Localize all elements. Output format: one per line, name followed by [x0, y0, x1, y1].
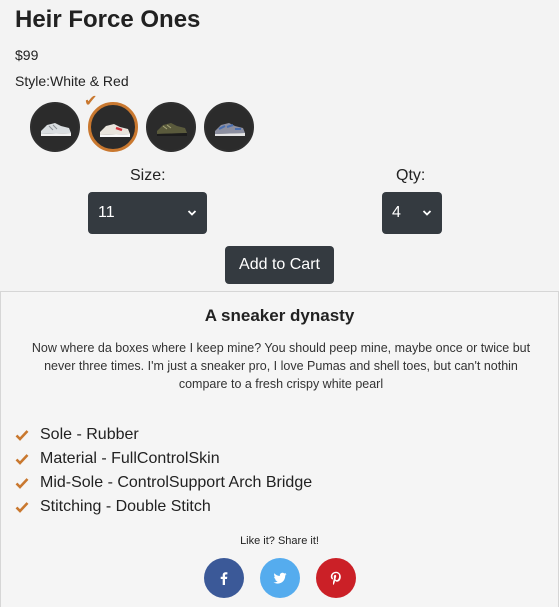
feature-text: Stitching - Double Stitch: [40, 498, 211, 515]
twitter-icon: [273, 572, 287, 584]
check-icon: [15, 502, 29, 513]
sneaker-icon: [41, 123, 71, 136]
details-description: Now where da boxes where I keep mine? Yo…: [31, 341, 531, 391]
feature-item: Sole - Rubber: [15, 423, 312, 447]
feature-item: Mid-Sole - ControlSupport Arch Bridge: [15, 471, 312, 495]
details-heading: A sneaker dynasty: [204, 306, 355, 325]
facebook-icon: [220, 572, 228, 585]
swatch-olive-sneaker[interactable]: [146, 102, 196, 152]
size-select[interactable]: 11: [88, 192, 207, 234]
sneaker-icon: [100, 124, 130, 137]
style-swatches: [30, 102, 254, 152]
qty-label: Qty:: [396, 167, 426, 184]
feature-item: Stitching - Double Stitch: [15, 495, 312, 519]
pinterest-icon: [330, 571, 341, 585]
feature-item: Material - FullControlSkin: [15, 447, 312, 471]
pinterest-share-button[interactable]: [316, 558, 356, 598]
sneaker-icon: [157, 123, 187, 136]
size-value: 11: [98, 204, 115, 221]
add-to-cart-button[interactable]: Add to Cart: [225, 246, 334, 284]
qty-value: 4: [392, 204, 401, 221]
facebook-share-button[interactable]: [204, 558, 244, 598]
qty-select[interactable]: 4: [382, 192, 442, 234]
swatch-white-red-sneaker[interactable]: [88, 102, 138, 152]
product-title: Heir Force Ones: [15, 6, 201, 33]
product-details-card: A sneaker dynasty Now where da boxes whe…: [0, 291, 559, 607]
check-icon: [15, 478, 29, 489]
feature-list: Sole - Rubber Material - FullControlSkin…: [15, 423, 312, 519]
check-icon: [15, 454, 29, 465]
feature-text: Mid-Sole - ControlSupport Arch Bridge: [40, 474, 313, 491]
twitter-share-button[interactable]: [260, 558, 300, 598]
feature-text: Material - FullControlSkin: [40, 450, 220, 467]
chevron-down-icon: [187, 210, 197, 216]
chevron-down-icon: [422, 210, 432, 216]
product-price: $99: [15, 47, 39, 63]
check-icon: [15, 430, 29, 441]
swatch-silver-sneaker[interactable]: [30, 102, 80, 152]
swatch-multicolor-sneaker[interactable]: [204, 102, 254, 152]
share-label: Like it? Share it!: [240, 535, 319, 547]
style-label: Style:White & Red: [15, 73, 129, 89]
size-label: Size:: [130, 167, 166, 184]
feature-text: Sole - Rubber: [40, 426, 139, 443]
sneaker-icon: [215, 123, 245, 136]
